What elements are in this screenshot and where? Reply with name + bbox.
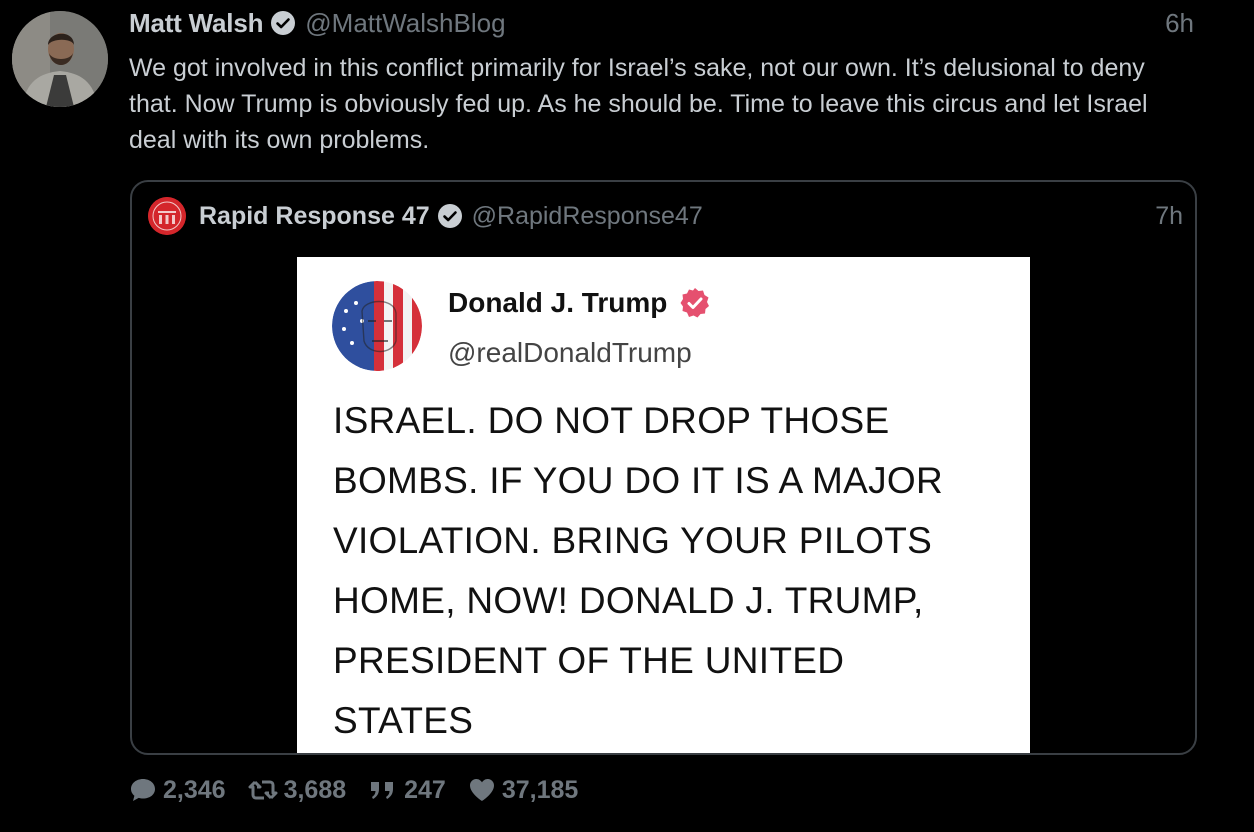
like-button[interactable]: 37,185 (468, 776, 578, 805)
like-count: 37,185 (501, 775, 579, 804)
embedded-post-image[interactable]: Donald J. Trump @realDonaldTrump ISRAEL.… (297, 257, 1030, 753)
retweet-button[interactable]: 3,688 (248, 775, 347, 805)
profile-photo-icon (12, 11, 108, 107)
heart-icon (469, 779, 494, 801)
author-name[interactable]: Matt Walsh (129, 8, 263, 39)
quote-tweets-button[interactable]: 247 (368, 776, 446, 805)
tweet-timestamp[interactable]: 6h (1165, 8, 1194, 39)
author-handle[interactable]: @MattWalshBlog (305, 8, 505, 39)
verified-badge-icon (270, 10, 296, 36)
rapid-response-seal-icon (148, 197, 186, 235)
embedded-post-text: ISRAEL. DO NOT DROP THOSE BOMBS. IF YOU … (333, 400, 944, 741)
quoted-author-handle[interactable]: @RapidResponse47 (472, 202, 703, 231)
retweet-count: 3,688 (283, 775, 347, 804)
verified-badge-icon (679, 287, 711, 319)
embedded-author-name-row: Donald J. Trump (448, 287, 711, 319)
verified-badge-icon (437, 203, 463, 229)
quoted-author-name[interactable]: Rapid Response 47 (199, 202, 430, 231)
quoted-tweet-header: Rapid Response 47 @RapidResponse47 7h (148, 196, 1183, 236)
quoted-tweet-card[interactable]: Rapid Response 47 @RapidResponse47 7h Do… (130, 180, 1197, 755)
embedded-author-handle: @realDonaldTrump (448, 337, 692, 368)
reply-bubble-icon (131, 779, 155, 801)
reply-count: 2,346 (163, 775, 226, 804)
engagement-bar: 2,346 3,688 247 37,185 (129, 772, 600, 808)
embedded-author-name: Donald J. Trump (448, 287, 668, 318)
quoted-author-avatar[interactable] (148, 197, 186, 235)
tweet-header: Matt Walsh @MattWalshBlog 6h (129, 6, 1194, 40)
author-avatar[interactable] (12, 11, 108, 107)
quote-count: 247 (404, 775, 446, 804)
tweet-view: Matt Walsh @MattWalshBlog 6h We got invo… (0, 0, 1254, 832)
flag-face-portrait-icon (332, 281, 422, 371)
quoted-tweet-timestamp[interactable]: 7h (1155, 202, 1183, 231)
tweet-text: We got involved in this conflict primari… (129, 54, 1148, 154)
quote-marks-icon (371, 782, 394, 799)
reply-button[interactable]: 2,346 (129, 776, 226, 805)
retweet-icon (248, 780, 278, 800)
embedded-author-avatar (332, 281, 422, 371)
